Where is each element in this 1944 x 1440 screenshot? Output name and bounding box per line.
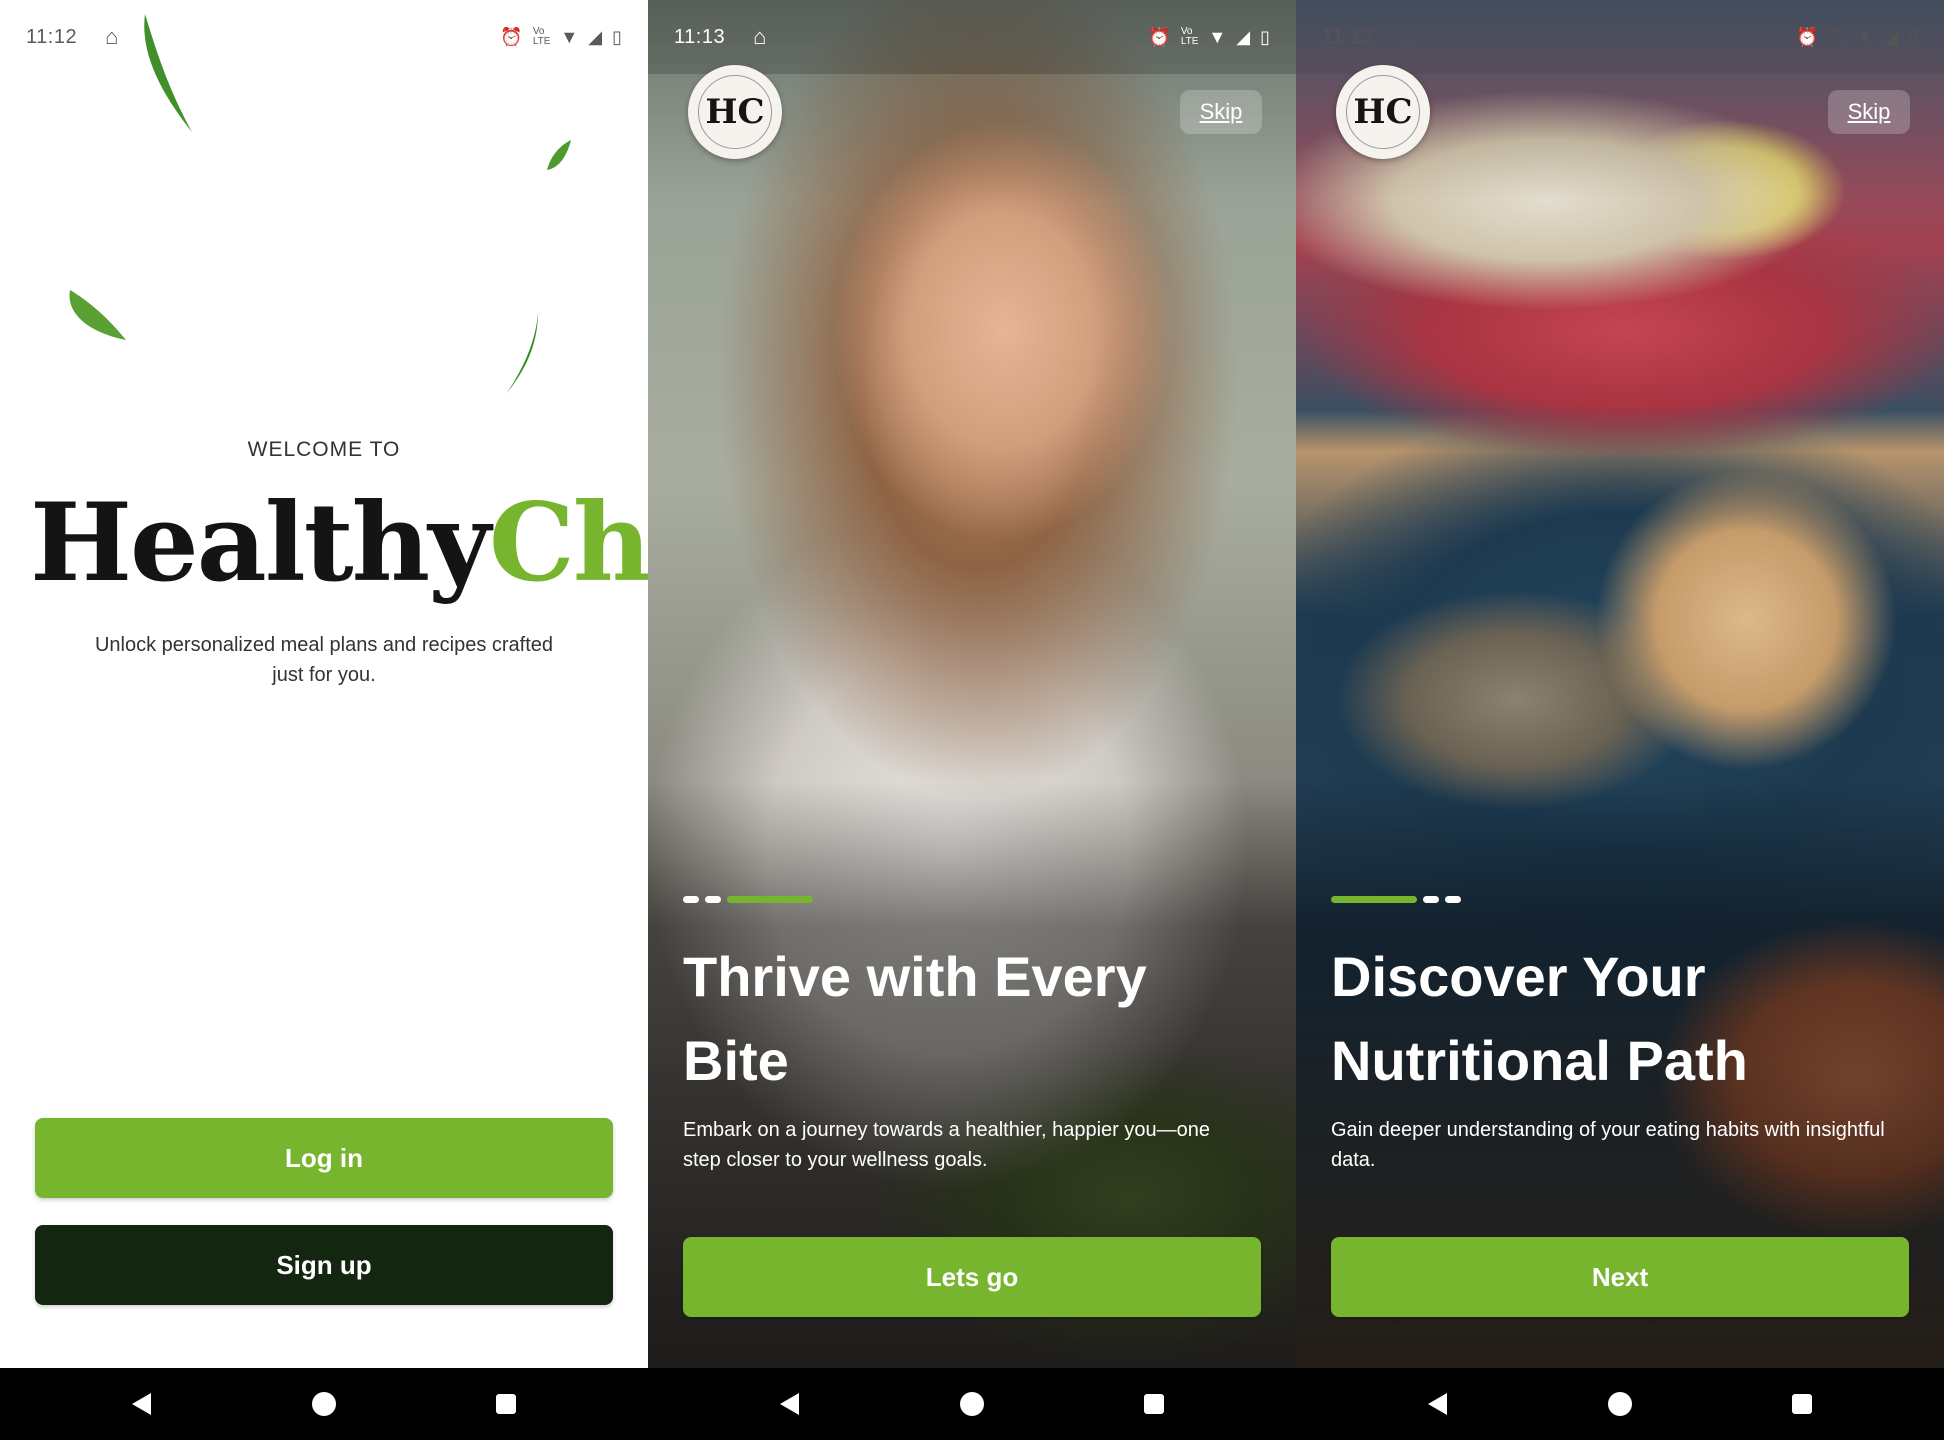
page-dot xyxy=(1423,896,1439,903)
battery-icon: ▯ xyxy=(1260,26,1270,47)
login-button[interactable]: Log in xyxy=(35,1118,613,1198)
wifi-icon: ▼ xyxy=(560,26,579,47)
logo-healthy: Healthy xyxy=(30,480,491,606)
home-icon: ⌂ xyxy=(105,24,119,49)
home-circle-icon[interactable] xyxy=(1600,1384,1640,1424)
status-time: 11:13 xyxy=(674,25,726,48)
onboarding-description: Gain deeper understanding of your eating… xyxy=(1331,1119,1885,1171)
recents-icon[interactable] xyxy=(486,1384,526,1424)
skip-button[interactable]: Skip xyxy=(1180,90,1262,134)
app-logo: HealthyChef xyxy=(30,480,648,610)
home-icon: ⌂ xyxy=(753,24,767,49)
nav-group xyxy=(648,1368,1296,1440)
leaf-icon xyxy=(547,140,571,170)
signal-icon: ◢ xyxy=(1236,26,1251,47)
wifi-icon: ▼ xyxy=(1856,26,1875,47)
welcome-label: WELCOME TO xyxy=(247,438,401,461)
alarm-icon: ⏰ xyxy=(1796,26,1819,47)
brand-badge: HC xyxy=(1336,65,1430,159)
welcome-screen: 11:12 ⌂ ⏰ Vo LTE ▼ ◢ ▯ WELCOME TO Healthy… xyxy=(0,0,648,1368)
tagline: Unlock personalized meal plans and recip… xyxy=(94,634,554,686)
home-circle-icon[interactable] xyxy=(952,1384,992,1424)
page-dot xyxy=(705,896,721,903)
badge-ring xyxy=(1346,75,1420,149)
battery-icon: ▯ xyxy=(1908,26,1918,47)
onboarding-heading: Thrive with Every Bite xyxy=(683,945,1147,1092)
leaf-icon xyxy=(69,290,126,340)
recents-icon[interactable] xyxy=(1134,1384,1174,1424)
skip-button[interactable]: Skip xyxy=(1828,90,1910,134)
lets-go-button[interactable]: Lets go xyxy=(683,1237,1261,1317)
wifi-icon: ▼ xyxy=(1208,26,1227,47)
back-icon[interactable] xyxy=(770,1384,810,1424)
brand-badge: HC xyxy=(688,65,782,159)
onboarding-screen-discover: 11:12 ⌂ ⏰ Vo LTE ▼ ◢ ▯ HC Skip Discover Y… xyxy=(1296,0,1944,1368)
signal-icon: ◢ xyxy=(1884,26,1899,47)
page-indicator xyxy=(1331,896,1461,903)
status-bar: 11:12 ⌂ ⏰ Vo LTE ▼ ◢ ▯ xyxy=(1296,0,1944,74)
status-time: 11:12 xyxy=(26,25,78,48)
volte-icon: Vo LTE xyxy=(1180,26,1199,47)
status-time: 11:12 xyxy=(1322,25,1374,48)
nav-group xyxy=(1296,1368,1944,1440)
alarm-icon: ⏰ xyxy=(1148,26,1171,47)
onboarding-screen-thrive: 11:13 ⌂ ⏰ Vo LTE ▼ ◢ ▯ HC Skip Thrive wit… xyxy=(648,0,1296,1368)
badge-ring xyxy=(698,75,772,149)
alarm-icon: ⏰ xyxy=(500,26,523,47)
page-dot xyxy=(1445,896,1461,903)
signup-button[interactable]: Sign up xyxy=(35,1225,613,1305)
status-bar: 11:12 ⌂ ⏰ Vo LTE ▼ ◢ ▯ xyxy=(0,0,648,74)
back-icon[interactable] xyxy=(122,1384,162,1424)
volte-icon: Vo LTE xyxy=(1828,26,1847,47)
page-indicator xyxy=(683,896,813,903)
onboarding-heading: Discover Your Nutritional Path xyxy=(1331,945,1748,1092)
signal-icon: ◢ xyxy=(588,26,603,47)
leaf-icon xyxy=(144,14,192,132)
logo-chef: Chef xyxy=(488,480,648,606)
home-circle-icon[interactable] xyxy=(304,1384,344,1424)
volte-icon: Vo LTE xyxy=(532,26,551,47)
leaf-icon xyxy=(506,312,538,394)
nav-group xyxy=(0,1368,648,1440)
system-navigation-bar xyxy=(0,1368,1944,1440)
onboarding-description: Embark on a journey towards a healthier,… xyxy=(683,1119,1210,1171)
back-icon[interactable] xyxy=(1418,1384,1458,1424)
page-dot-active xyxy=(1331,896,1417,903)
home-icon: ⌂ xyxy=(1401,24,1415,49)
battery-icon: ▯ xyxy=(612,26,622,47)
page-dot xyxy=(683,896,699,903)
recents-icon[interactable] xyxy=(1782,1384,1822,1424)
page-dot-active xyxy=(727,896,813,903)
next-button[interactable]: Next xyxy=(1331,1237,1909,1317)
status-bar: 11:13 ⌂ ⏰ Vo LTE ▼ ◢ ▯ xyxy=(648,0,1296,74)
